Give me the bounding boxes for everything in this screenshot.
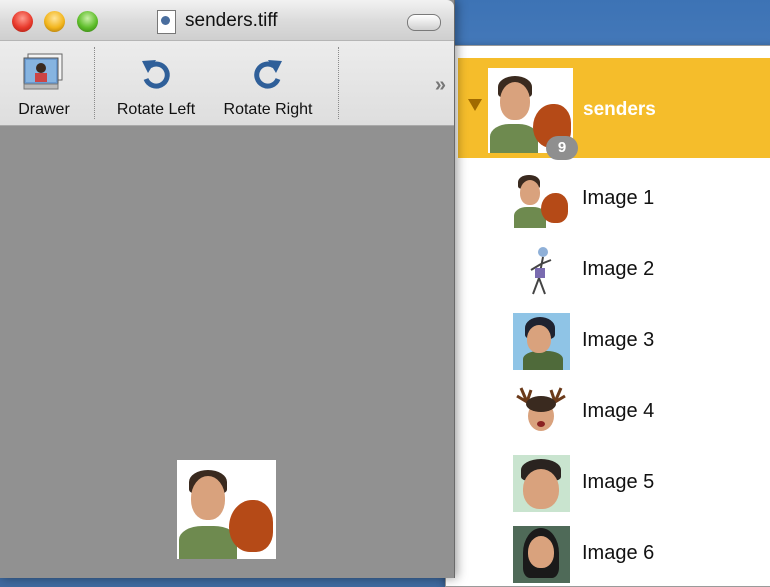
item-label: Image 1	[582, 187, 655, 209]
item-label: Image 2	[582, 258, 655, 280]
thumbnail	[513, 384, 570, 441]
list-item-image-3[interactable]: Image 3	[501, 313, 761, 373]
toolbar-separator	[94, 47, 95, 119]
rotate-left-button[interactable]: Rotate Left	[106, 41, 206, 125]
drawer-button[interactable]: Drawer	[8, 41, 80, 125]
image-canvas[interactable]	[0, 126, 454, 578]
list-item-image-1[interactable]: Image 1	[501, 171, 761, 231]
item-label: Image 6	[582, 542, 655, 564]
document-icon[interactable]	[157, 10, 176, 34]
window-title: senders.tiff	[185, 10, 278, 31]
list-item-image-4[interactable]: Image 4	[501, 384, 761, 444]
rotate-right-button[interactable]: Rotate Right	[214, 41, 322, 125]
item-label: Image 3	[582, 329, 655, 351]
drawer-label: Drawer	[18, 101, 70, 118]
rotate-left-label: Rotate Left	[116, 101, 196, 118]
count-badge: 9	[546, 136, 578, 160]
list-item-image-2[interactable]: Image 2	[501, 242, 761, 302]
drawer-panel: senders 9 Image 1 Image 2 Image 3 Image …	[445, 45, 770, 587]
toolbar-toggle-button[interactable]	[407, 14, 441, 31]
item-label: Image 5	[582, 471, 655, 493]
rotate-left-icon	[142, 60, 170, 89]
item-label: Image 4	[582, 400, 655, 422]
thumbnail	[513, 242, 570, 299]
rotate-right-icon	[254, 60, 282, 89]
close-button[interactable]	[12, 11, 33, 32]
preview-window: senders.tiff Drawer Rotate Left Rotate R…	[0, 0, 455, 578]
zoom-button[interactable]	[77, 11, 98, 32]
group-row-senders[interactable]: senders 9	[458, 58, 770, 160]
image-list: senders 9 Image 1 Image 2 Image 3 Image …	[446, 46, 770, 586]
rotate-right-label: Rotate Right	[223, 101, 313, 118]
toolbar-separator	[338, 47, 339, 119]
list-item-image-6[interactable]: Image 6	[501, 526, 761, 586]
group-title: senders	[583, 99, 656, 120]
thumbnail	[513, 455, 570, 512]
thumbnail	[513, 526, 570, 583]
drawer-icon	[23, 53, 63, 90]
image-preview	[177, 460, 276, 559]
disclosure-triangle-icon[interactable]	[468, 99, 482, 111]
thumbnail	[513, 313, 570, 370]
thumbnail	[513, 171, 570, 228]
overflow-chevron-icon[interactable]: »	[435, 74, 446, 97]
list-item-image-5[interactable]: Image 5	[501, 455, 761, 515]
title-bar[interactable]: senders.tiff	[0, 0, 454, 41]
toolbar: Drawer Rotate Left Rotate Right »	[0, 41, 454, 126]
minimize-button[interactable]	[44, 11, 65, 32]
